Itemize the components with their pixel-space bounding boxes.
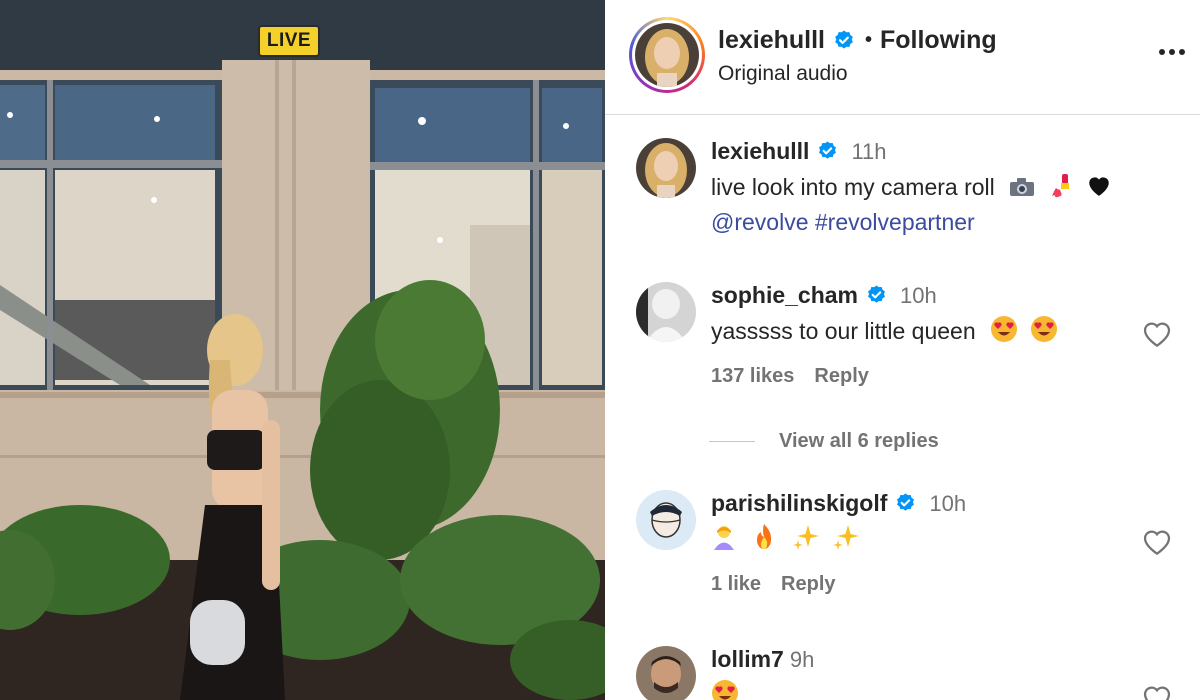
comment-username[interactable]: lexiehulll xyxy=(711,138,809,165)
comment-text: yasssss to our little queen xyxy=(711,318,976,345)
separator-dot: • xyxy=(864,29,872,51)
comment-mentions[interactable]: @revolve #revolvepartner xyxy=(711,206,1161,238)
likes-count[interactable]: 137 likes xyxy=(711,365,794,388)
fire-emoji xyxy=(753,523,775,559)
story-ring[interactable] xyxy=(629,17,705,93)
like-heart-icon[interactable] xyxy=(1141,526,1175,560)
heart-eyes-emoji xyxy=(711,679,739,700)
like-heart-icon[interactable] xyxy=(1141,682,1175,700)
heart-eyes-emoji xyxy=(1030,315,1058,351)
like-heart-icon[interactable] xyxy=(1141,318,1175,352)
comment-time[interactable]: 11h xyxy=(851,139,886,165)
audio-link[interactable]: Original audio xyxy=(718,62,848,86)
avatar[interactable] xyxy=(636,282,696,342)
avatar[interactable] xyxy=(636,490,696,550)
comment-meta: 137 likes Reply xyxy=(711,365,1161,388)
avatar xyxy=(635,23,699,87)
header-username-row: lexiehulll • Following xyxy=(718,26,997,55)
heart-eyes-emoji xyxy=(990,315,1018,351)
divider xyxy=(709,441,755,442)
comment-text-row: yasssss to our little queen xyxy=(711,315,1161,351)
video-frame xyxy=(0,0,605,700)
avatar[interactable] xyxy=(636,646,696,700)
sparkles-emoji xyxy=(792,523,820,559)
comment-text-row xyxy=(711,523,1161,559)
avatar[interactable] xyxy=(636,138,696,198)
comment-text: live look into my camera roll xyxy=(711,174,995,200)
comment-time[interactable]: 10h xyxy=(900,283,937,309)
reply-button[interactable]: Reply xyxy=(781,573,835,596)
sparkles-emoji xyxy=(832,523,860,559)
comment-time[interactable]: 10h xyxy=(929,491,966,517)
verified-badge-icon xyxy=(894,492,917,515)
verified-badge-icon xyxy=(816,140,839,163)
following-button[interactable]: Following xyxy=(880,26,997,55)
live-badge: LIVE xyxy=(258,25,320,57)
comment-username[interactable]: parishilinskigolf xyxy=(711,490,887,517)
header-username[interactable]: lexiehulll xyxy=(718,26,825,55)
likes-count[interactable]: 1 like xyxy=(711,573,761,596)
comment-username[interactable]: lollim7 xyxy=(711,646,784,673)
woman-bowing-emoji xyxy=(711,523,737,559)
view-replies-label: View all 6 replies xyxy=(779,430,939,452)
post-header: lexiehulll • Following Original audio xyxy=(605,0,1200,115)
camera-icon xyxy=(1009,173,1035,205)
video-player[interactable]: LIVE xyxy=(0,0,605,700)
comment-time[interactable]: 9h xyxy=(790,647,814,673)
comment-text-row: live look into my camera roll xyxy=(711,171,1161,206)
comments-panel: lexiehulll • Following Original audio le… xyxy=(605,0,1200,700)
comment-text-row xyxy=(711,679,1161,700)
black-heart-icon xyxy=(1086,173,1112,205)
comment-username[interactable]: sophie_cham xyxy=(711,282,858,309)
view-replies-link[interactable]: View all 6 replies xyxy=(709,430,939,453)
comment-meta: 1 like Reply xyxy=(711,573,1161,596)
lipstick-icon xyxy=(1050,172,1072,206)
reply-button[interactable]: Reply xyxy=(814,365,868,388)
verified-badge-icon xyxy=(832,29,856,53)
verified-badge-icon xyxy=(865,284,888,307)
more-options-icon[interactable] xyxy=(1152,32,1192,72)
